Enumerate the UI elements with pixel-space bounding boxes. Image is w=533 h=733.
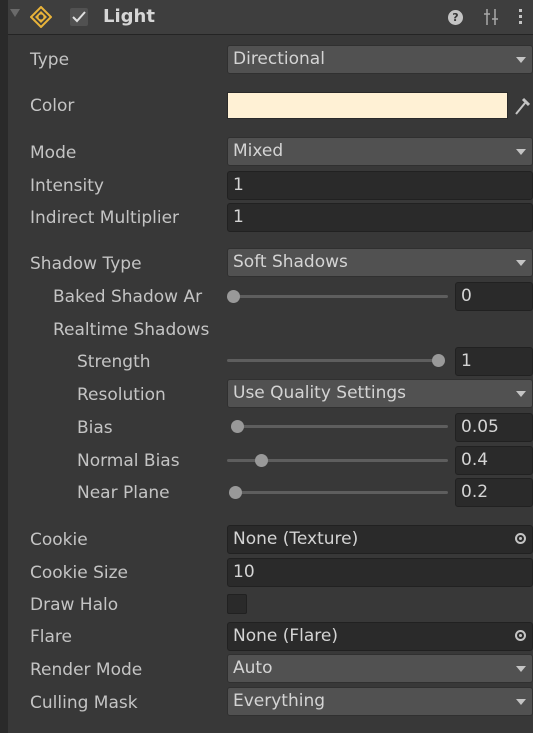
- draw-halo-label: Draw Halo: [30, 595, 119, 615]
- cookie-size-label: Cookie Size: [30, 563, 128, 583]
- dropdown-caret-icon: [516, 666, 526, 672]
- shadow-type-dropdown[interactable]: Soft Shadows: [227, 248, 533, 277]
- enabled-checkbox[interactable]: [70, 8, 88, 26]
- normal-bias-input[interactable]: 0.4: [455, 446, 533, 475]
- bias-slider-track[interactable]: [231, 425, 448, 428]
- dropdown-caret-icon: [516, 699, 526, 705]
- near-plane-value: 0.2: [461, 482, 489, 502]
- dropdown-caret-icon: [516, 260, 526, 266]
- flare-label: Flare: [30, 627, 72, 647]
- help-icon[interactable]: ?: [448, 10, 463, 25]
- bias-value: 0.05: [461, 417, 499, 437]
- normal-bias-slider-knob[interactable]: [255, 454, 268, 467]
- dropdown-caret-icon: [516, 57, 526, 63]
- component-header[interactable]: Light ?: [8, 0, 533, 35]
- object-picker-icon[interactable]: [515, 630, 526, 641]
- resolution-dropdown[interactable]: Use Quality Settings: [227, 379, 533, 408]
- preset-icon[interactable]: [483, 8, 499, 26]
- eyedropper-icon[interactable]: [514, 96, 530, 116]
- strength-slider-knob[interactable]: [432, 354, 445, 367]
- baked-shadow-label: Baked Shadow Ar: [53, 287, 203, 307]
- baked-shadow-slider-track[interactable]: [231, 295, 448, 298]
- object-picker-icon[interactable]: [515, 533, 526, 544]
- strength-value: 1: [461, 351, 472, 371]
- dropdown-caret-icon: [516, 149, 526, 155]
- baked-shadow-value: 0: [461, 286, 472, 306]
- dropdown-caret-icon: [516, 391, 526, 397]
- light-inspector: Light ? Type Directional Color Mode Mixe…: [0, 0, 533, 733]
- culling-mask-dropdown[interactable]: Everything: [227, 687, 533, 716]
- indirect-multiplier-value: 1: [233, 207, 244, 227]
- type-value: Directional: [233, 49, 325, 69]
- normal-bias-value: 0.4: [461, 450, 489, 470]
- baked-shadow-input[interactable]: 0: [455, 282, 533, 311]
- indirect-multiplier-label: Indirect Multiplier: [30, 208, 180, 228]
- intensity-input[interactable]: 1: [227, 171, 533, 200]
- fold-arrow-icon[interactable]: [10, 9, 20, 17]
- mode-label: Mode: [30, 143, 77, 163]
- strength-label: Strength: [77, 352, 151, 372]
- near-plane-label: Near Plane: [77, 483, 170, 503]
- mode-value: Mixed: [233, 141, 284, 161]
- resolution-value: Use Quality Settings: [233, 383, 407, 403]
- render-mode-dropdown[interactable]: Auto: [227, 654, 533, 683]
- cookie-size-input[interactable]: 10: [227, 558, 533, 587]
- flare-field[interactable]: None (Flare): [227, 622, 533, 651]
- shadow-type-label: Shadow Type: [30, 254, 142, 274]
- left-border: [0, 0, 8, 733]
- type-dropdown[interactable]: Directional: [227, 45, 533, 74]
- mode-dropdown[interactable]: Mixed: [227, 137, 533, 166]
- checkmark-icon: [72, 11, 86, 23]
- cookie-field[interactable]: None (Texture): [227, 525, 533, 554]
- light-icon: [30, 6, 52, 28]
- color-swatch[interactable]: [227, 92, 508, 119]
- intensity-label: Intensity: [30, 176, 104, 196]
- near-plane-input[interactable]: 0.2: [455, 478, 533, 507]
- near-plane-slider-knob[interactable]: [229, 486, 242, 499]
- strength-slider-track[interactable]: [227, 359, 444, 362]
- component-title: Light: [103, 6, 155, 27]
- near-plane-slider-track[interactable]: [231, 491, 448, 494]
- render-mode-value: Auto: [233, 658, 273, 678]
- strength-input[interactable]: 1: [455, 347, 533, 376]
- cookie-label: Cookie: [30, 530, 88, 550]
- indirect-multiplier-input[interactable]: 1: [227, 203, 533, 232]
- bias-label: Bias: [77, 418, 113, 438]
- normal-bias-label: Normal Bias: [77, 451, 180, 471]
- flare-value: None (Flare): [233, 626, 339, 646]
- draw-halo-checkbox[interactable]: [227, 594, 247, 614]
- culling-mask-value: Everything: [233, 691, 326, 711]
- type-label: Type: [30, 50, 70, 70]
- kebab-menu-icon[interactable]: [518, 9, 524, 27]
- resolution-label: Resolution: [77, 385, 166, 405]
- culling-mask-label: Culling Mask: [30, 693, 138, 713]
- bias-input[interactable]: 0.05: [455, 413, 533, 442]
- bias-slider-knob[interactable]: [231, 420, 244, 433]
- render-mode-label: Render Mode: [30, 660, 143, 680]
- color-label: Color: [30, 96, 75, 116]
- shadow-type-value: Soft Shadows: [233, 252, 348, 272]
- intensity-value: 1: [233, 175, 244, 195]
- realtime-shadows-label: Realtime Shadows: [53, 320, 210, 340]
- cookie-size-value: 10: [233, 562, 255, 582]
- cookie-value: None (Texture): [233, 529, 359, 549]
- baked-shadow-slider-knob[interactable]: [227, 290, 240, 303]
